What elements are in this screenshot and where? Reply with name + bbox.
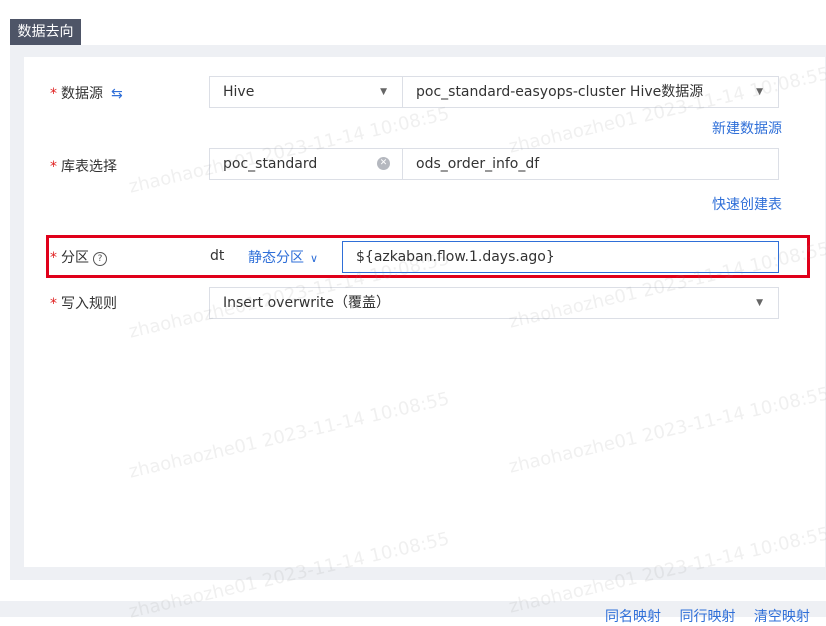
table-select[interactable]: ods_order_info_df (402, 148, 779, 180)
new-datasource-link[interactable]: 新建数据源 (712, 118, 782, 138)
same-name-mapping-link[interactable]: 同名映射 (605, 609, 661, 625)
required-asterisk: * (50, 296, 57, 312)
swap-arrows-icon[interactable]: ⇆ (111, 86, 123, 102)
datasource-type-value: Hive (223, 84, 255, 100)
same-row-mapping-link[interactable]: 同行映射 (679, 609, 735, 625)
write-rule-label-row: * 写入规则 (50, 293, 117, 313)
clear-icon[interactable]: ✕ (377, 157, 390, 170)
table-label-row: * 库表选择 (50, 156, 117, 176)
required-asterisk: * (50, 159, 57, 175)
datasource-label: 数据源 (61, 86, 103, 102)
table-label: 库表选择 (61, 159, 117, 175)
caret-down-icon: ▼ (756, 87, 763, 97)
database-value: poc_standard (223, 156, 318, 172)
datasource-label-row: * 数据源 ⇆ (50, 83, 123, 103)
table-value: ods_order_info_df (416, 156, 540, 172)
write-rule-label: 写入规则 (61, 296, 117, 312)
section-title: 数据去向 (10, 19, 81, 45)
mapping-links: 同名映射 同行映射 清空映射 (605, 606, 824, 626)
quick-create-table-link[interactable]: 快速创建表 (712, 194, 782, 214)
caret-down-icon: ▼ (380, 87, 387, 97)
write-rule-value: Insert overwrite（覆盖） (223, 295, 391, 311)
datasource-source-select[interactable]: poc_standard-easyops-cluster Hive数据源 ▼ (402, 76, 779, 108)
datasource-source-value: poc_standard-easyops-cluster Hive数据源 (416, 84, 704, 100)
write-rule-select[interactable]: Insert overwrite（覆盖） ▼ (209, 287, 779, 319)
caret-down-icon: ▼ (756, 298, 763, 308)
clear-mapping-link[interactable]: 清空映射 (754, 609, 810, 625)
database-select[interactable]: poc_standard ✕ (209, 148, 403, 180)
highlight-box (46, 235, 810, 278)
datasource-type-select[interactable]: Hive ▼ (209, 76, 403, 108)
required-asterisk: * (50, 86, 57, 102)
